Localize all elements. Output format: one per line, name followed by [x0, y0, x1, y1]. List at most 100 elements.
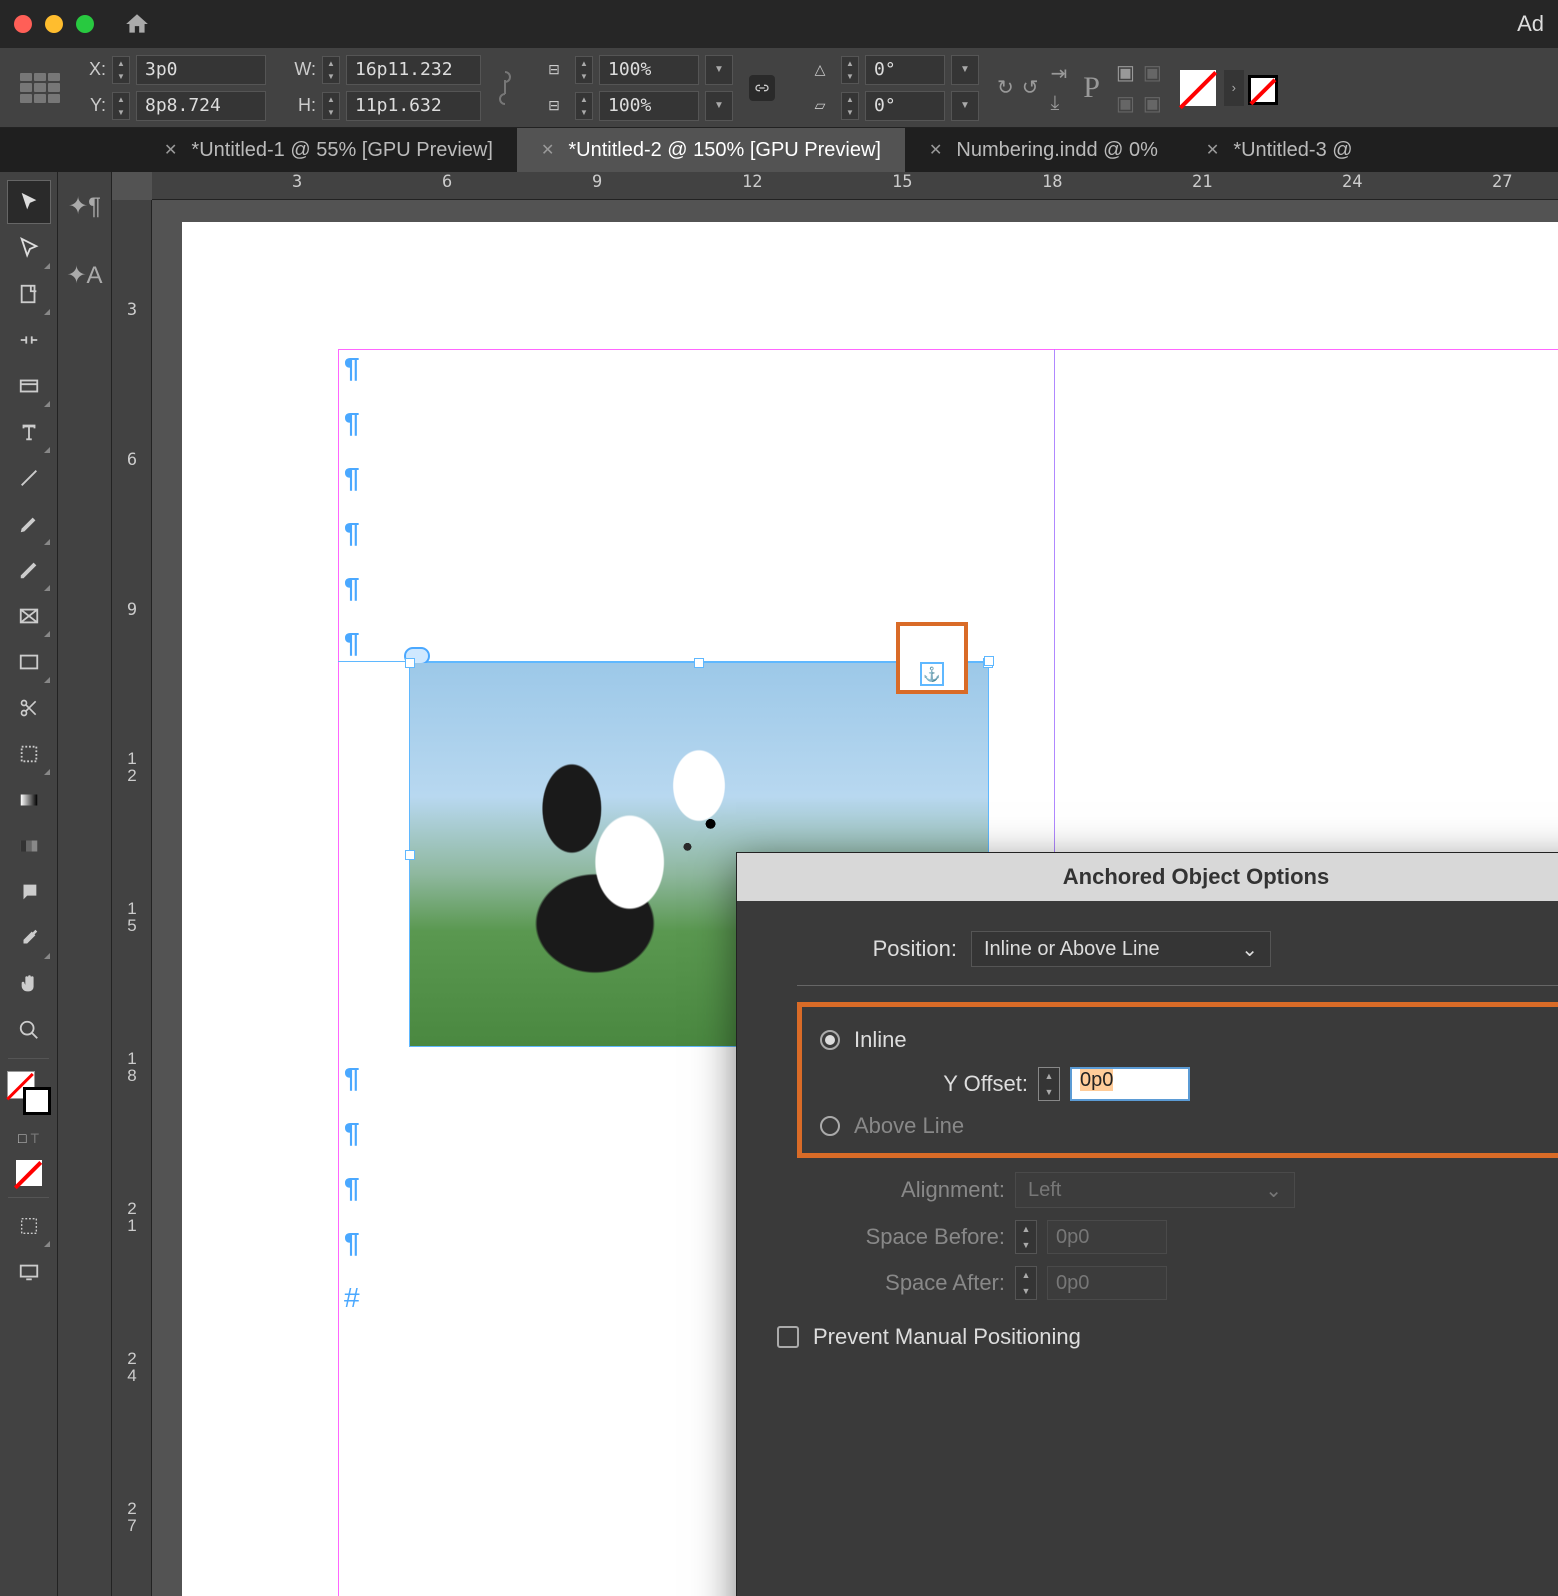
dialog-title: Anchored Object Options — [737, 853, 1558, 901]
rectangle-frame-tool[interactable] — [7, 594, 51, 638]
horizontal-ruler[interactable]: 3 6 9 12 15 18 21 24 27 — [152, 172, 1558, 200]
scale-y-dropdown[interactable]: ▼ — [705, 91, 733, 121]
hand-tool[interactable] — [7, 962, 51, 1006]
space-before-label: Space Before: — [845, 1224, 1005, 1250]
rotate-ccw-icon[interactable]: ↺ — [1022, 75, 1039, 100]
constrain-scale-icon[interactable] — [749, 75, 775, 101]
rotate-cw-icon[interactable]: ↻ — [997, 75, 1014, 100]
doc-tab[interactable]: ✕ *Untitled-3 @ — [1182, 128, 1377, 172]
y-offset-stepper[interactable]: ▲▼ — [1038, 1067, 1060, 1101]
w-stepper[interactable]: ▲▼ — [322, 56, 340, 84]
format-container-icon[interactable]: □T — [7, 1123, 51, 1153]
shear-input[interactable] — [865, 91, 945, 121]
more-options[interactable]: › — [1224, 70, 1244, 106]
document-tab-bar: ✕ *Untitled-1 @ 55% [GPU Preview] ✕ *Unt… — [0, 128, 1558, 172]
select-prev-icon[interactable]: ▣ — [1116, 91, 1135, 116]
resize-handle[interactable] — [405, 658, 415, 668]
content-collector-tool[interactable] — [7, 364, 51, 408]
panel-icon[interactable]: ✦A — [66, 261, 102, 290]
panel-icon[interactable]: ✦¶ — [68, 192, 101, 221]
inline-highlight: Inline Y Offset: ▲▼ 0p0 Above Line — [797, 1002, 1558, 1158]
scale-x-dropdown[interactable]: ▼ — [705, 55, 733, 85]
position-select[interactable]: Inline or Above Line ⌄ — [971, 931, 1271, 967]
apply-none-icon[interactable] — [7, 1155, 51, 1191]
resize-handle[interactable] — [984, 656, 994, 666]
zoom-window[interactable] — [76, 15, 94, 33]
inline-radio[interactable] — [820, 1030, 840, 1050]
type-tool[interactable] — [7, 410, 51, 454]
pilcrow-icon: ¶ — [344, 1172, 360, 1204]
shear-stepper[interactable]: ▲▼ — [841, 92, 859, 120]
close-window[interactable] — [14, 15, 32, 33]
vertical-ruler[interactable]: 3 6 9 12 15 18 21 24 27 — [112, 200, 152, 1596]
shear-icon: ▱ — [805, 91, 835, 121]
doc-tab[interactable]: ✕ Numbering.indd @ 0% — [905, 128, 1182, 172]
doc-tab[interactable]: ✕ *Untitled-1 @ 55% [GPU Preview] — [140, 128, 517, 172]
constrain-wh-icon[interactable] — [495, 68, 515, 108]
flip-v-icon[interactable]: ⤓ — [1051, 92, 1068, 115]
home-icon[interactable] — [124, 11, 150, 37]
h-input[interactable] — [346, 91, 481, 121]
gradient-swatch-tool[interactable] — [7, 778, 51, 822]
scale-y-stepper[interactable]: ▲▼ — [575, 92, 593, 120]
fill-swatch[interactable] — [1180, 70, 1216, 106]
gap-tool[interactable] — [7, 318, 51, 362]
selection-tool[interactable] — [7, 180, 51, 224]
pencil-tool[interactable] — [7, 548, 51, 592]
doc-tab[interactable]: ✕ *Untitled-2 @ 150% [GPU Preview] — [517, 128, 905, 172]
close-tab-icon[interactable]: ✕ — [164, 140, 177, 160]
rotate-stepper[interactable]: ▲▼ — [841, 56, 859, 84]
line-tool[interactable] — [7, 456, 51, 500]
select-container-icon[interactable]: ▣ — [1116, 60, 1135, 85]
stroke-swatch[interactable] — [1248, 75, 1278, 105]
fill-stroke-swap[interactable] — [7, 1071, 51, 1115]
pilcrow-icon: ¶ — [344, 407, 360, 439]
close-tab-icon[interactable]: ✕ — [1206, 140, 1219, 160]
scale-y-icon: ⊟ — [539, 91, 569, 121]
zoom-tool[interactable] — [7, 1008, 51, 1052]
prevent-manual-checkbox[interactable] — [777, 1326, 799, 1348]
scissors-tool[interactable] — [7, 686, 51, 730]
x-stepper[interactable]: ▲▼ — [112, 56, 130, 84]
chevron-down-icon: ⌄ — [1241, 937, 1258, 962]
gradient-feather-tool[interactable] — [7, 824, 51, 868]
page-tool[interactable] — [7, 272, 51, 316]
free-transform-tool[interactable] — [7, 732, 51, 776]
anchor-icon[interactable]: ⚓ — [920, 662, 944, 686]
reference-point[interactable] — [20, 73, 60, 103]
close-tab-icon[interactable]: ✕ — [929, 140, 942, 160]
view-mode-icon[interactable] — [7, 1204, 51, 1248]
document-canvas[interactable]: 3 6 9 12 15 18 21 24 27 3 6 9 12 15 18 2… — [112, 172, 1558, 1596]
y-offset-input[interactable]: 0p0 — [1070, 1067, 1190, 1101]
eyedropper-tool[interactable] — [7, 916, 51, 960]
shear-dropdown[interactable]: ▼ — [951, 91, 979, 121]
pilcrow-icon: ¶ — [344, 1062, 360, 1094]
space-after-stepper: ▲▼ — [1015, 1266, 1037, 1300]
note-tool[interactable] — [7, 870, 51, 914]
scale-x-input[interactable] — [599, 55, 699, 85]
rotate-input[interactable] — [865, 55, 945, 85]
resize-handle[interactable] — [405, 850, 415, 860]
rotate-dropdown[interactable]: ▼ — [951, 55, 979, 85]
x-input[interactable] — [136, 55, 266, 85]
rectangle-tool[interactable] — [7, 640, 51, 684]
screen-mode-icon[interactable] — [7, 1250, 51, 1294]
scale-x-stepper[interactable]: ▲▼ — [575, 56, 593, 84]
y-input[interactable] — [136, 91, 266, 121]
w-input[interactable] — [346, 55, 481, 85]
paragraph-icon[interactable]: P — [1083, 71, 1100, 105]
scale-y-input[interactable] — [599, 91, 699, 121]
pen-tool[interactable] — [7, 502, 51, 546]
direct-selection-tool[interactable] — [7, 226, 51, 270]
close-tab-icon[interactable]: ✕ — [541, 140, 554, 160]
select-content-icon[interactable]: ▣ — [1143, 60, 1162, 85]
flip-h-icon[interactable]: ⇥ — [1051, 61, 1068, 86]
minimize-window[interactable] — [45, 15, 63, 33]
rotate-icon: △ — [805, 55, 835, 85]
select-next-icon[interactable]: ▣ — [1143, 91, 1162, 116]
y-stepper[interactable]: ▲▼ — [112, 92, 130, 120]
resize-handle[interactable] — [694, 658, 704, 668]
h-stepper[interactable]: ▲▼ — [322, 92, 340, 120]
above-line-radio[interactable] — [820, 1116, 840, 1136]
inline-label: Inline — [854, 1027, 907, 1053]
